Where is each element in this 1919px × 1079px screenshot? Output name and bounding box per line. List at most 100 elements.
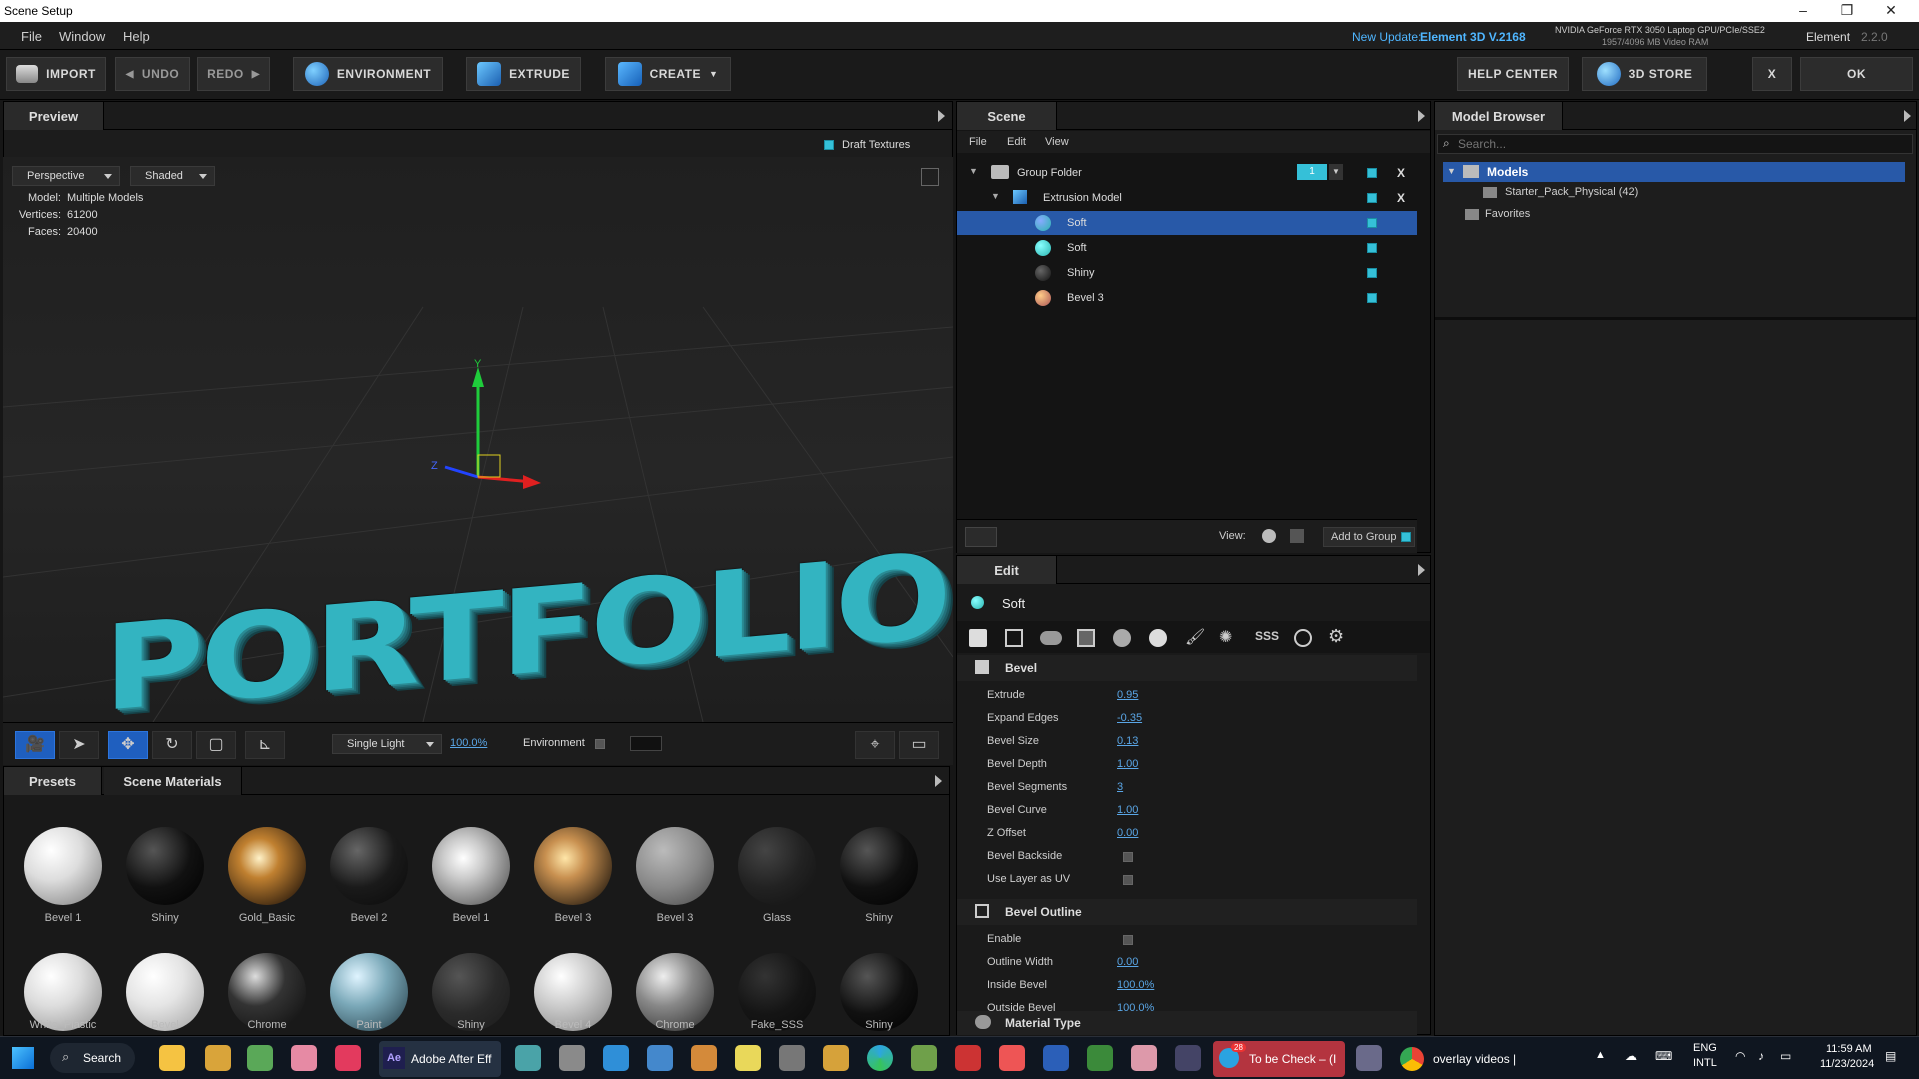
property-value[interactable]: 3 — [1117, 781, 1123, 793]
outline-enable-checkbox[interactable] — [1123, 935, 1133, 945]
bevel-outline-section[interactable]: Bevel Outline — [957, 899, 1417, 925]
clock-time[interactable]: 11:59 AM — [1826, 1043, 1872, 1055]
close-window-icon[interactable]: ✕ — [1869, 0, 1913, 22]
app-icon[interactable] — [205, 1045, 231, 1071]
app-icon[interactable] — [291, 1045, 317, 1071]
app-icon[interactable] — [735, 1045, 761, 1071]
property-value[interactable]: 1.00 — [1117, 758, 1138, 770]
word-icon[interactable] — [1043, 1045, 1069, 1071]
transform-gizmo[interactable]: Y Z — [423, 357, 543, 507]
keyboard-icon[interactable]: ⌨ — [1655, 1049, 1672, 1063]
property-value[interactable]: 0.00 — [1117, 956, 1138, 968]
app-icon[interactable] — [779, 1045, 805, 1071]
property-value[interactable]: 0.00 — [1117, 827, 1138, 839]
app-icon[interactable] — [823, 1045, 849, 1071]
onedrive-icon[interactable]: ☁ — [1625, 1049, 1637, 1063]
tab-preview[interactable]: Preview — [4, 102, 104, 130]
import-button[interactable]: IMPORT — [6, 57, 106, 91]
tab-model-browser[interactable]: Model Browser — [1435, 102, 1563, 130]
extrude-button[interactable]: EXTRUDE — [466, 57, 581, 91]
scale-tool-button[interactable]: ▢ — [196, 731, 236, 759]
create-button[interactable]: CREATE ▼ — [605, 57, 731, 91]
windows-start-icon[interactable] — [12, 1047, 34, 1069]
environment-swatch[interactable] — [630, 736, 662, 751]
material-preset-ball[interactable] — [636, 827, 714, 905]
sphere-tab-icon[interactable] — [1113, 629, 1131, 647]
group-number[interactable]: 1 — [1297, 164, 1327, 180]
light-intensity[interactable]: 100.0% — [450, 737, 487, 749]
material-visible-checkbox[interactable] — [1367, 243, 1377, 253]
edge-icon[interactable] — [867, 1045, 893, 1071]
update-version[interactable]: Element 3D V.2168 — [1420, 30, 1526, 44]
use-layer-uv-checkbox[interactable] — [1123, 875, 1133, 885]
group-dropdown-icon[interactable]: ▼ — [1329, 164, 1343, 180]
render-view-button[interactable]: ▭ — [899, 731, 939, 759]
move-tool-button[interactable]: ✥ — [108, 731, 148, 759]
menu-window[interactable]: Window — [59, 29, 105, 44]
chrome-task[interactable]: overlay videos | — [1400, 1041, 1550, 1077]
app-icon[interactable] — [247, 1045, 273, 1071]
app-icon[interactable] — [647, 1045, 673, 1071]
environment-checkbox[interactable] — [595, 739, 605, 749]
add-to-group-checkbox[interactable] — [1401, 532, 1411, 542]
material-preset-ball[interactable] — [534, 827, 612, 905]
app-icon[interactable] — [515, 1045, 541, 1071]
help-center-button[interactable]: HELP CENTER — [1457, 57, 1569, 91]
undo-button[interactable]: ◀ UNDO — [115, 57, 190, 91]
clock-date[interactable]: 11/23/2024 — [1820, 1058, 1874, 1070]
rotate-tool-button[interactable]: ↻ — [152, 731, 192, 759]
target-button[interactable]: ⌖ — [855, 731, 895, 759]
app-icon[interactable] — [999, 1045, 1025, 1071]
select-tool-button[interactable]: ➤ — [59, 731, 99, 759]
sss-tab-icon[interactable]: SSS — [1255, 629, 1279, 643]
telegram-task[interactable]: 28 To be Check – (I — [1213, 1041, 1345, 1077]
extrusion-model-row[interactable]: ▼ Extrusion Model X — [957, 186, 1417, 210]
scene-menu-file[interactable]: File — [969, 136, 987, 148]
globe-tab-icon[interactable] — [1294, 629, 1312, 647]
app-icon[interactable] — [559, 1045, 585, 1071]
lang-code[interactable]: ENG — [1693, 1042, 1717, 1054]
app-icon[interactable] — [1175, 1045, 1201, 1071]
3d-viewport[interactable]: Perspective Shaded Model: Multiple Models… — [3, 157, 953, 738]
model-remove-button[interactable]: X — [1397, 191, 1405, 205]
volume-icon[interactable]: ♪ — [1758, 1049, 1764, 1063]
light-tab-icon[interactable]: ✺ — [1219, 627, 1232, 647]
new-folder-button[interactable] — [965, 527, 997, 547]
material-visible-checkbox[interactable] — [1367, 218, 1377, 228]
minimize-icon[interactable]: – — [1781, 0, 1825, 22]
tab-edit[interactable]: Edit — [957, 556, 1057, 584]
tab-scene-materials[interactable]: Scene Materials — [104, 767, 242, 795]
browser-splitter[interactable] — [1435, 317, 1916, 320]
app-icon[interactable] — [691, 1045, 717, 1071]
material-preset-ball[interactable] — [228, 827, 306, 905]
expand-arrow-icon[interactable]: ▼ — [991, 191, 1000, 201]
material-visible-checkbox[interactable] — [1367, 268, 1377, 278]
tray-chevron-icon[interactable]: ▲ — [1595, 1049, 1606, 1061]
group-remove-button[interactable]: X — [1397, 166, 1405, 180]
restore-icon[interactable]: ❐ — [1825, 0, 1869, 22]
edit-collapse-arrow-icon[interactable] — [1418, 564, 1425, 576]
view-sphere-icon[interactable] — [1262, 529, 1276, 543]
property-value[interactable]: 100.0% — [1117, 979, 1154, 991]
wifi-icon[interactable]: ◠ — [1735, 1049, 1745, 1063]
menu-help[interactable]: Help — [123, 29, 150, 44]
browser-search[interactable]: ⌕ — [1437, 134, 1913, 154]
notification-icon[interactable]: ▤ — [1885, 1049, 1896, 1063]
material-row-soft-2[interactable]: Soft — [957, 236, 1417, 260]
bevel-section[interactable]: Bevel — [957, 655, 1417, 681]
cancel-button[interactable]: X — [1752, 57, 1792, 91]
light-dropdown[interactable]: Single Light — [332, 734, 442, 754]
camera-tool-button[interactable]: 🎥 — [15, 731, 55, 759]
store-button[interactable]: 3D STORE — [1582, 57, 1707, 91]
models-folder[interactable]: ▼ Models — [1443, 162, 1905, 182]
material-row-bevel-3[interactable]: Bevel 3 — [957, 286, 1417, 310]
browser-collapse-arrow-icon[interactable] — [1904, 110, 1911, 122]
material-preset-ball[interactable] — [24, 827, 102, 905]
material-preset-ball[interactable] — [840, 827, 918, 905]
texture-tab-icon[interactable] — [1077, 629, 1095, 647]
ok-button[interactable]: OK — [1800, 57, 1913, 91]
scene-collapse-arrow-icon[interactable] — [1418, 110, 1425, 122]
app-icon[interactable] — [1356, 1045, 1382, 1071]
bevel-backside-checkbox[interactable] — [1123, 852, 1133, 862]
battery-icon[interactable]: ▭ — [1780, 1049, 1791, 1063]
